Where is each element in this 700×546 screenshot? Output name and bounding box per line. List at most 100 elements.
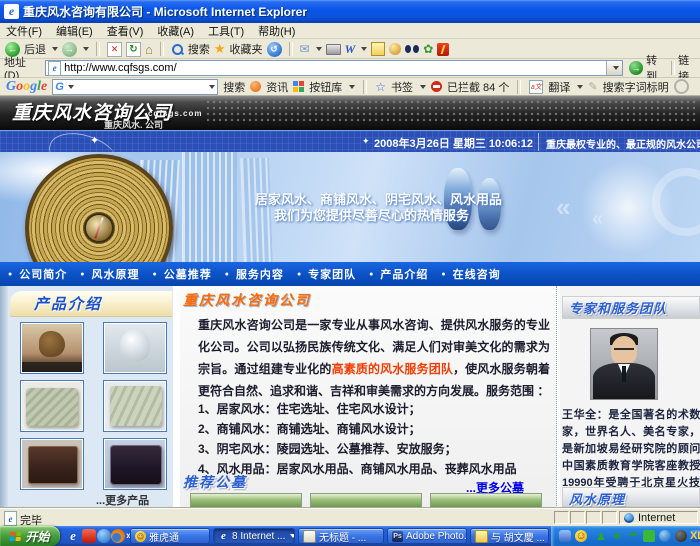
quicklaunch-qq-icon[interactable] bbox=[97, 529, 111, 543]
back-dropdown-icon[interactable] bbox=[52, 47, 58, 51]
search-label[interactable]: 搜索 bbox=[188, 41, 210, 57]
popup-blocker-icon[interactable] bbox=[431, 81, 442, 92]
refresh-icon[interactable]: ↻ bbox=[126, 42, 141, 57]
forward-dropdown-icon[interactable] bbox=[83, 47, 89, 51]
settings-icon[interactable] bbox=[674, 79, 689, 94]
task-ie-group[interactable]: e 8 Internet ... bbox=[213, 528, 295, 544]
button-gallery-dropdown-icon[interactable] bbox=[349, 85, 355, 89]
task-untitled-doc[interactable]: 无标题 - ... bbox=[298, 528, 384, 544]
button-gallery-label[interactable]: 按钮库 bbox=[309, 79, 342, 95]
print-icon[interactable] bbox=[326, 44, 341, 55]
tray-person-icon[interactable]: ♟ bbox=[595, 530, 607, 542]
tray-clover-icon[interactable]: ♣ bbox=[611, 530, 623, 542]
favorites-star-icon[interactable]: ★ bbox=[214, 41, 226, 57]
page-content: 产品介绍 ...更多产品 重庆风水咨询公司 重庆风水咨询公司是一家专业从事风水咨… bbox=[0, 286, 700, 508]
internet-zone-pane: Internet bbox=[619, 511, 698, 524]
nav-item-products[interactable]: ●产品介绍 bbox=[369, 266, 428, 282]
nav-item-cemetery-recommend[interactable]: ●公墓推荐 bbox=[152, 266, 211, 282]
nav-item-company-profile[interactable]: ●公司简介 bbox=[8, 266, 67, 282]
product-thumbnail-jade-box[interactable] bbox=[103, 380, 167, 432]
menu-view[interactable]: 查看(V) bbox=[107, 23, 144, 39]
task-yahoo-messenger[interactable]: ☺ 雅虎通 bbox=[130, 528, 210, 544]
badge-icon[interactable] bbox=[389, 43, 401, 55]
standard-toolbar: ← 后退 → ✕ ↻ ⌂ 搜索 ★ 收藏夹 ↺ ✉ W ✿ bbox=[0, 40, 700, 59]
more-products-link[interactable]: ...更多产品 bbox=[96, 492, 149, 508]
highlight-pen-icon[interactable]: ✎ bbox=[588, 80, 597, 93]
google-input-dropdown-icon[interactable] bbox=[209, 85, 215, 89]
mail-icon[interactable]: ✉ bbox=[300, 42, 310, 56]
ie-window: e 重庆风水咨询有限公司 - Microsoft Internet Explor… bbox=[0, 0, 700, 546]
photoshop-icon: Ps bbox=[392, 531, 403, 542]
tray-hand-icon[interactable] bbox=[559, 530, 571, 542]
product-thumbnail-wooden-urn[interactable] bbox=[20, 438, 84, 490]
page-left-edge bbox=[0, 286, 8, 508]
cemetery-photo[interactable] bbox=[190, 493, 302, 508]
date-strip: ✦ ✦ 2008年3月26日 星期三 10:06:12 重庆最权专业的、最正规的… bbox=[0, 130, 700, 152]
bookmarks-dropdown-icon[interactable] bbox=[420, 85, 426, 89]
translate-dropdown-icon[interactable] bbox=[577, 85, 583, 89]
flower-icon[interactable]: ✿ bbox=[423, 42, 433, 56]
start-button[interactable]: 开始 bbox=[0, 526, 60, 546]
mail-dropdown-icon[interactable] bbox=[316, 47, 322, 51]
messenger-icon[interactable] bbox=[371, 42, 385, 56]
product-thumbnail-bronze[interactable] bbox=[20, 322, 84, 374]
banner-image: « « 居家风水、商铺风水、阴宅风水、风水用品 我们为您提供尽善尽心的热情服务 bbox=[0, 152, 700, 262]
tray-globe-icon[interactable] bbox=[659, 530, 671, 542]
cemetery-section-header: 推荐公墓 bbox=[183, 472, 247, 492]
tray-umbrella-icon[interactable]: ☂ bbox=[627, 530, 639, 542]
news-label[interactable]: 资讯 bbox=[266, 79, 288, 95]
news-icon[interactable] bbox=[250, 81, 261, 92]
google-search-button[interactable]: 搜索 bbox=[223, 79, 245, 95]
nav-item-online-consult[interactable]: ●在线咨询 bbox=[441, 266, 500, 282]
taskbar: 开始 e » ☺ 雅虎通 e 8 Internet ... 无标题 - ... … bbox=[0, 526, 700, 546]
history-icon[interactable]: ↺ bbox=[267, 42, 282, 57]
address-dropdown-icon[interactable] bbox=[606, 61, 622, 75]
bookmark-star-icon[interactable]: ☆ bbox=[375, 80, 386, 94]
status-page-icon: e bbox=[4, 511, 17, 526]
nav-item-fengshui-principles[interactable]: ●风水原理 bbox=[80, 266, 139, 282]
edit-word-icon[interactable]: W bbox=[345, 42, 356, 57]
separator bbox=[517, 80, 521, 94]
quicklaunch-ie-icon[interactable]: e bbox=[66, 529, 80, 543]
arrow-art: « bbox=[556, 192, 570, 223]
address-url[interactable]: http://www.cqfsgs.com/ bbox=[64, 62, 176, 74]
google-g-dropdown-icon[interactable] bbox=[68, 85, 74, 89]
tray-square-icon[interactable] bbox=[643, 530, 655, 542]
translate-label[interactable]: 翻译 bbox=[548, 79, 570, 95]
search-icon[interactable] bbox=[171, 43, 184, 56]
nav-item-expert-team[interactable]: ●专家团队 bbox=[297, 266, 356, 282]
favorites-label[interactable]: 收藏夹 bbox=[230, 41, 263, 57]
menu-favorites[interactable]: 收藏(A) bbox=[157, 23, 194, 39]
quicklaunch-thunder-icon[interactable] bbox=[82, 529, 96, 543]
blocked-count[interactable]: 已拦截 84 个 bbox=[447, 79, 509, 95]
thunder-download-icon[interactable] bbox=[437, 43, 449, 56]
tray-smiley-icon[interactable]: ☺ bbox=[575, 530, 587, 542]
task-photoshop[interactable]: Ps Adobe Photo... bbox=[387, 528, 467, 544]
menu-tools[interactable]: 工具(T) bbox=[208, 23, 244, 39]
menu-file[interactable]: 文件(F) bbox=[6, 23, 42, 39]
stop-icon[interactable]: ✕ bbox=[107, 42, 122, 57]
nav-item-services[interactable]: ●服务内容 bbox=[225, 266, 284, 282]
home-icon[interactable]: ⌂ bbox=[145, 42, 153, 57]
highlight-label: 搜索字词标明 bbox=[603, 79, 669, 95]
address-input[interactable]: e http://www.cqfsgs.com/ bbox=[45, 60, 623, 76]
cemetery-photo[interactable] bbox=[310, 493, 422, 508]
task-chat-window[interactable]: 与 胡文慶 ... bbox=[470, 528, 549, 544]
tray-dark-icon[interactable] bbox=[675, 530, 687, 542]
edit-dropdown-icon[interactable] bbox=[361, 47, 367, 51]
go-icon[interactable]: → bbox=[629, 61, 643, 75]
products-header: 产品介绍 bbox=[10, 291, 172, 317]
product-thumbnail-wooden-urn[interactable] bbox=[103, 438, 167, 490]
menu-help[interactable]: 帮助(H) bbox=[258, 23, 295, 39]
product-thumbnail-crystal[interactable] bbox=[103, 322, 167, 374]
button-gallery-icon[interactable] bbox=[293, 81, 304, 92]
bookmarks-label[interactable]: 书签 bbox=[391, 79, 413, 95]
binoculars-icon[interactable] bbox=[405, 45, 419, 54]
product-thumbnail-jade-box[interactable] bbox=[20, 380, 84, 432]
tray-thunder-icon[interactable]: XL bbox=[691, 530, 700, 542]
forward-icon[interactable]: → bbox=[62, 42, 77, 57]
translate-icon[interactable]: a文 bbox=[529, 80, 543, 94]
google-search-input[interactable]: G bbox=[52, 79, 218, 95]
cemetery-photo[interactable] bbox=[430, 493, 542, 508]
menu-edit[interactable]: 编辑(E) bbox=[56, 23, 93, 39]
